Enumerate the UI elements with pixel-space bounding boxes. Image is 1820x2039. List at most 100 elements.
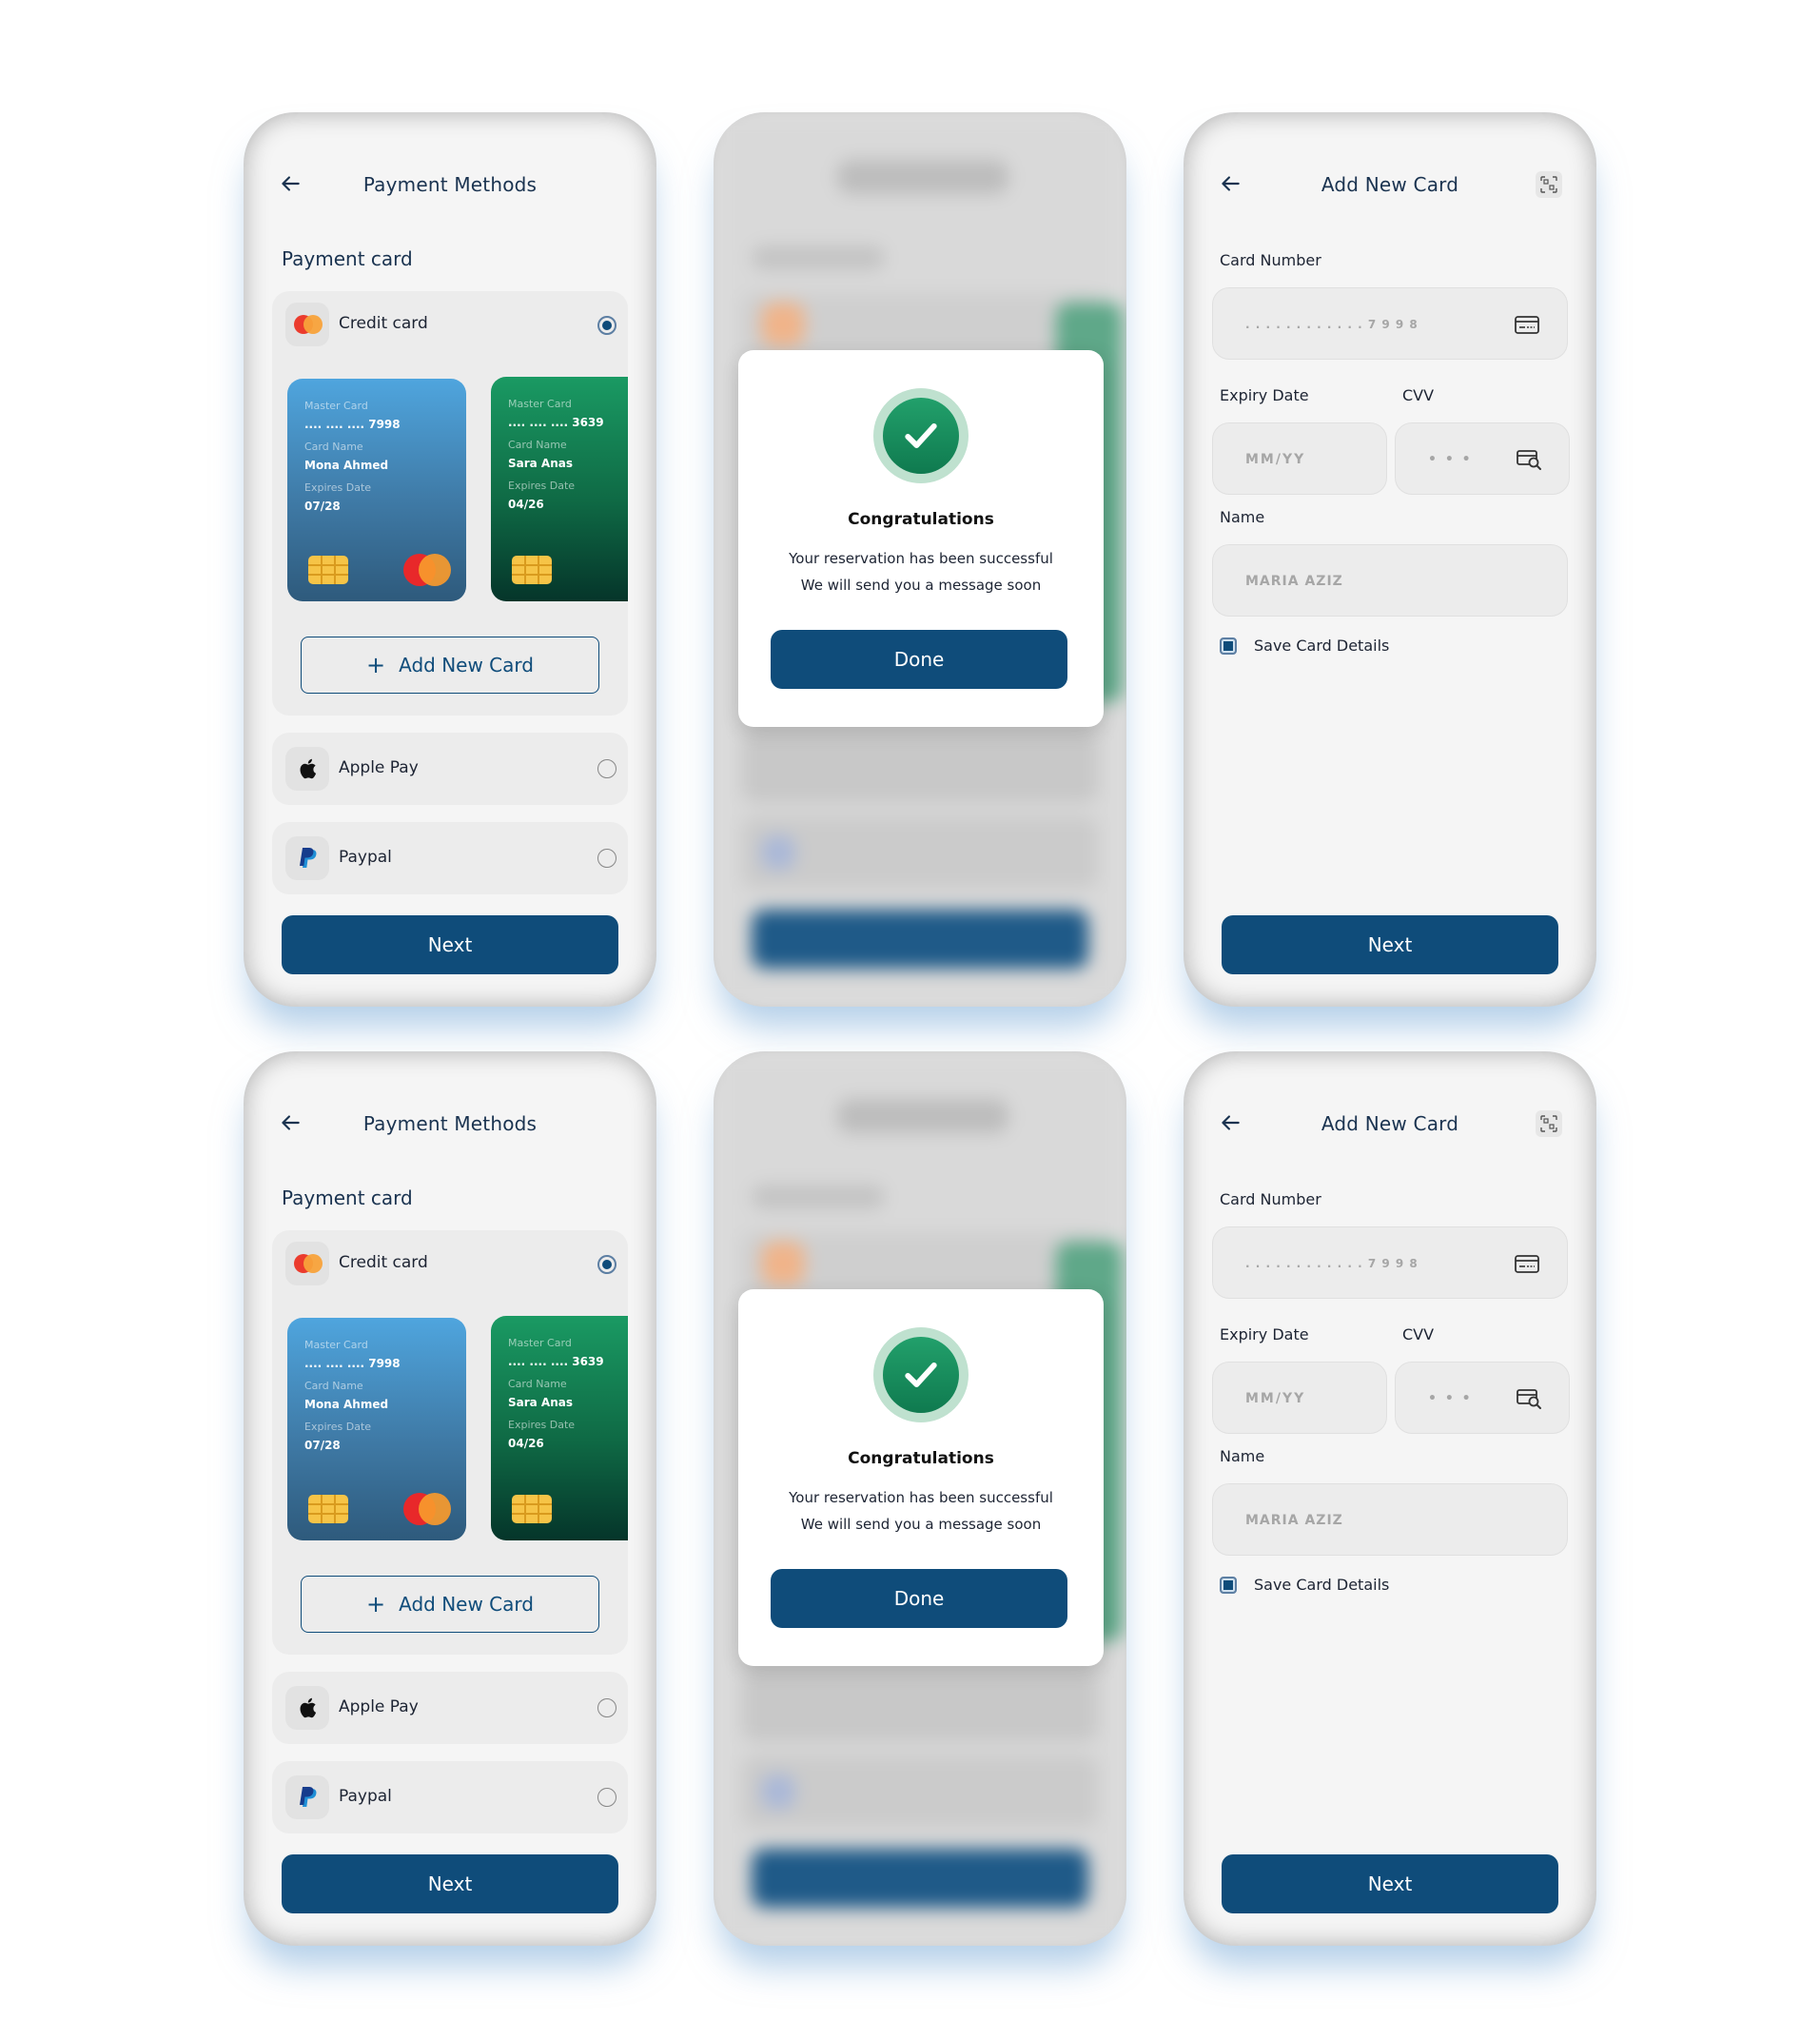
paypal-option[interactable]: Paypal: [272, 1761, 628, 1833]
card-number-placeholder: . . . . . . . . . . . . 7 9 9 8: [1245, 318, 1419, 331]
card-holder-name: Mona Ahmed: [304, 459, 389, 472]
saved-card-mona[interactable]: Master Card .... .... .... 7998 Card Nam…: [287, 379, 466, 601]
next-button[interactable]: Next: [1222, 915, 1558, 974]
success-modal: Congratulations Your reservation has bee…: [738, 350, 1104, 727]
modal-message-line2: We will send you a message soon: [800, 1516, 1042, 1533]
add-new-card-button[interactable]: + Add New Card: [301, 1576, 599, 1633]
chip-icon: [308, 1495, 348, 1523]
scan-icon[interactable]: [1536, 171, 1562, 198]
apple-pay-label: Apple Pay: [339, 758, 419, 777]
card-expiry: 04/26: [508, 1437, 544, 1450]
credit-card-option[interactable]: Credit card: [272, 1230, 628, 1297]
save-card-checkbox[interactable]: [1220, 1577, 1237, 1594]
modal-message-line1: Your reservation has been successful: [789, 550, 1053, 567]
card-number-placeholder: . . . . . . . . . . . . 7 9 9 8: [1245, 1257, 1419, 1270]
card-number: .... .... .... 7998: [304, 418, 401, 431]
add-new-card-label: Add New Card: [399, 654, 534, 676]
name-field[interactable]: MARIA AZIZ: [1212, 544, 1568, 617]
credit-card-icon: [1515, 1255, 1539, 1273]
credit-card-panel: Credit card Master Card .... .... .... 7…: [272, 1230, 628, 1655]
name-field[interactable]: MARIA AZIZ: [1212, 1483, 1568, 1556]
save-card-checkbox[interactable]: [1220, 637, 1237, 655]
name-placeholder: MARIA AZIZ: [1245, 1513, 1343, 1528]
card-expiry-label: Expires Date: [508, 1419, 576, 1431]
cvv-field[interactable]: • • •: [1395, 422, 1570, 495]
credit-card-option[interactable]: Credit card: [272, 291, 628, 358]
expiry-placeholder: MM/YY: [1245, 452, 1306, 467]
name-label: Name: [1220, 1447, 1265, 1465]
cvv-placeholder: • • •: [1428, 1391, 1473, 1406]
apple-pay-option[interactable]: Apple Pay: [272, 733, 628, 805]
modal-message-line2: We will send you a message soon: [800, 577, 1042, 594]
credit-card-label: Credit card: [339, 314, 428, 333]
card-holder-name: Mona Ahmed: [304, 1398, 389, 1411]
expiry-date-field[interactable]: MM/YY: [1212, 1362, 1387, 1434]
apple-pay-radio[interactable]: [597, 1698, 616, 1717]
saved-card-sara[interactable]: Master Card .... .... .... 3639 Card Nam…: [491, 1316, 628, 1540]
card-number-field[interactable]: . . . . . . . . . . . . 7 9 9 8: [1212, 287, 1568, 360]
add-new-card-screen: Add New Card Card Number . . . . . . . .…: [1184, 112, 1596, 1007]
mastercard-icon: [285, 1242, 329, 1285]
add-new-card-button[interactable]: + Add New Card: [301, 637, 599, 694]
scan-icon[interactable]: [1536, 1110, 1562, 1137]
next-button[interactable]: Next: [282, 915, 618, 974]
apple-pay-label: Apple Pay: [339, 1697, 419, 1716]
card-number: .... .... .... 3639: [508, 1355, 604, 1368]
success-modal: Congratulations Your reservation has bee…: [738, 1289, 1104, 1666]
paypal-option[interactable]: Paypal: [272, 822, 628, 894]
chip-icon: [512, 556, 552, 584]
expiry-date-label: Expiry Date: [1220, 1325, 1309, 1343]
card-expiry-label: Expires Date: [304, 1421, 372, 1433]
card-brand-label: Master Card: [508, 398, 572, 410]
paypal-icon: [285, 1775, 329, 1819]
card-search-icon: [1517, 1389, 1541, 1409]
card-holder-name: Sara Anas: [508, 457, 574, 470]
done-button[interactable]: Done: [771, 1569, 1067, 1628]
section-label-payment-card: Payment card: [282, 1186, 413, 1209]
done-button[interactable]: Done: [771, 630, 1067, 689]
paypal-label: Paypal: [339, 1787, 392, 1806]
name-label: Name: [1220, 508, 1265, 526]
page-title: Payment Methods: [362, 1112, 538, 1135]
apple-pay-radio[interactable]: [597, 759, 616, 778]
card-number: .... .... .... 7998: [304, 1357, 401, 1370]
card-brand-label: Master Card: [304, 400, 368, 412]
paypal-radio[interactable]: [597, 1788, 616, 1807]
cvv-label: CVV: [1402, 1325, 1435, 1343]
card-expiry-label: Expires Date: [304, 481, 372, 494]
credit-card-radio[interactable]: [597, 1255, 616, 1274]
expiry-date-label: Expiry Date: [1220, 386, 1309, 404]
apple-icon: [285, 1686, 329, 1730]
cvv-field[interactable]: • • •: [1395, 1362, 1570, 1434]
chip-icon: [512, 1495, 552, 1523]
paypal-radio[interactable]: [597, 849, 616, 868]
card-name-label: Card Name: [304, 1380, 363, 1392]
saved-card-sara[interactable]: Master Card .... .... .... 3639 Card Nam…: [491, 377, 628, 601]
modal-title: Congratulations: [848, 1449, 994, 1468]
credit-card-icon: [1515, 316, 1539, 334]
card-expiry: 07/28: [304, 500, 341, 513]
mastercard-logo-icon: [403, 554, 451, 586]
plus-icon: +: [366, 652, 386, 678]
saved-card-mona[interactable]: Master Card .... .... .... 7998 Card Nam…: [287, 1318, 466, 1540]
credit-card-radio[interactable]: [597, 316, 616, 335]
plus-icon: +: [366, 1591, 386, 1617]
success-screen: Congratulations Your reservation has bee…: [714, 1051, 1126, 1946]
apple-pay-option[interactable]: Apple Pay: [272, 1672, 628, 1744]
credit-card-panel: Credit card Master Card .... .... .... 7…: [272, 291, 628, 716]
payment-methods-screen: Payment Methods Payment card Credit card…: [244, 112, 656, 1007]
next-button[interactable]: Next: [1222, 1854, 1558, 1913]
expiry-date-field[interactable]: MM/YY: [1212, 422, 1387, 495]
page-title: Add New Card: [1321, 173, 1459, 196]
expiry-placeholder: MM/YY: [1245, 1391, 1306, 1406]
card-expiry: 04/26: [508, 498, 544, 511]
section-label-payment-card: Payment card: [282, 247, 413, 270]
next-button[interactable]: Next: [282, 1854, 618, 1913]
card-number-field[interactable]: . . . . . . . . . . . . 7 9 9 8: [1212, 1226, 1568, 1299]
card-number: .... .... .... 3639: [508, 416, 604, 429]
page-title: Payment Methods: [362, 173, 538, 196]
mastercard-icon: [285, 303, 329, 346]
paypal-label: Paypal: [339, 848, 392, 867]
credit-card-label: Credit card: [339, 1253, 428, 1272]
card-brand-label: Master Card: [508, 1337, 572, 1349]
